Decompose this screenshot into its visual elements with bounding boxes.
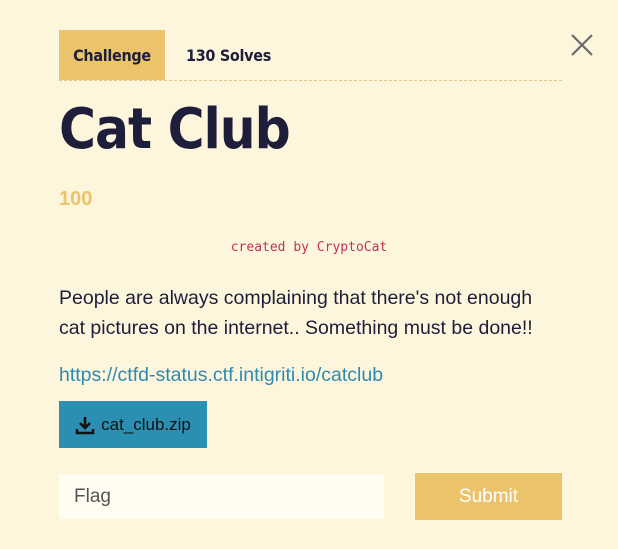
submit-button[interactable]: Submit [415, 473, 562, 520]
download-file-button[interactable]: cat_club.zip [59, 401, 207, 448]
challenge-title: Cat Club [59, 97, 291, 162]
challenge-tabs: Challenge 130 Solves [59, 30, 562, 81]
download-icon [75, 416, 95, 434]
challenge-points: 100 [59, 188, 93, 210]
challenge-description: People are always complaining that there… [59, 287, 533, 339]
close-icon [571, 34, 593, 56]
tab-solves[interactable]: 130 Solves [165, 30, 271, 80]
close-button[interactable] [567, 30, 597, 60]
flag-input[interactable] [59, 474, 384, 519]
challenge-author: created by CryptoCat [230, 240, 388, 255]
tab-challenge[interactable]: Challenge [59, 30, 165, 80]
challenge-link[interactable]: https://ctfd-status.ctf.intigriti.io/cat… [59, 364, 383, 387]
download-file-label: cat_club.zip [101, 414, 191, 434]
